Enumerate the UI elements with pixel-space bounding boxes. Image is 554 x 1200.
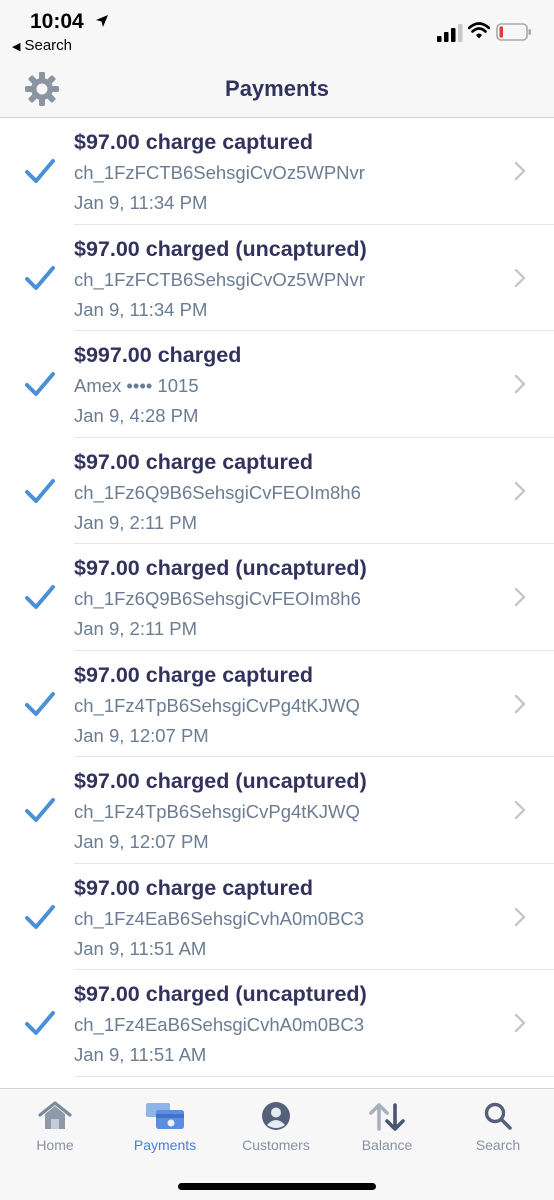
balance-icon <box>369 1103 405 1131</box>
payment-date: Jan 9, 12:07 PM <box>74 724 209 746</box>
checkmark-icon <box>25 1011 55 1035</box>
payment-row[interactable]: $97.00 charged (uncaptured) ch_1Fz4EaB6S… <box>0 970 554 1077</box>
payment-title: $97.00 charged (uncaptured) <box>74 236 367 261</box>
checkmark-icon <box>25 691 55 716</box>
payments-list: $97.00 charge captured ch_1FzFCTB6Sehsgi… <box>0 118 554 1088</box>
payments-screen: 10:04 ◀ Search Payments $97.00 charge ca… <box>0 0 554 1200</box>
tab-search-label: Search <box>475 1137 521 1153</box>
chevron-right-icon <box>514 694 526 713</box>
payment-date: Jan 9, 11:34 PM <box>74 192 208 213</box>
payment-date: Jan 9, 2:11 PM <box>74 511 198 533</box>
checkmark-icon <box>25 904 55 929</box>
customer-icon <box>262 1102 290 1130</box>
checkmark-icon <box>25 478 55 503</box>
checkmark-icon <box>25 372 55 396</box>
payment-title: $97.00 charge captured <box>74 875 314 900</box>
back-triangle-icon: ◀ <box>12 41 21 53</box>
wifi-icon <box>468 22 490 39</box>
back-app-label: Search <box>24 37 72 54</box>
payment-card: Amex •••• 1015 <box>74 375 199 396</box>
payment-row[interactable]: $97.00 charged (uncaptured) ch_1FzFCTB6S… <box>0 225 554 332</box>
payment-date: Jan 9, 11:51 AM <box>74 937 207 959</box>
payment-id: ch_1FzFCTB6SehsgiCvOz5WPNvr <box>74 268 365 290</box>
payment-id: ch_1FzFCTB6SehsgiCvOz5WPNvr <box>74 162 365 183</box>
search-icon <box>484 1102 512 1130</box>
home-indicator[interactable] <box>178 1183 376 1190</box>
tab-balance-label: Balance <box>361 1137 413 1153</box>
chevron-right-icon <box>514 800 526 820</box>
payments-icon <box>146 1103 184 1129</box>
tab-home-label: Home <box>36 1137 74 1153</box>
payment-title: $97.00 charged (uncaptured) <box>74 982 367 1006</box>
payment-row[interactable]: $997.00 charged Amex •••• 1015 Jan 9, 4:… <box>0 331 554 438</box>
chevron-right-icon <box>514 161 526 181</box>
payment-row[interactable]: $97.00 charged (uncaptured) ch_1Fz6Q9B6S… <box>0 544 554 651</box>
page-title: Payments <box>225 76 329 101</box>
battery-icon <box>496 23 531 41</box>
payment-date: Jan 9, 2:11 PM <box>74 618 198 639</box>
payment-row[interactable]: $97.00 charge captured ch_1FzFCTB6Sehsgi… <box>0 118 554 225</box>
checkmark-icon <box>25 265 55 290</box>
tab-bar: Home Payments Customers Balance Search <box>0 1088 554 1200</box>
back-to-app-link[interactable]: ◀ Search <box>12 37 72 54</box>
tab-payments[interactable]: Payments <box>110 1089 220 1159</box>
tab-balance[interactable]: Balance <box>332 1089 442 1159</box>
chevron-right-icon <box>514 268 526 287</box>
payment-date: Jan 9, 12:07 PM <box>74 831 209 852</box>
payment-id: ch_1Fz4TpB6SehsgiCvPg4tKJWQ <box>74 694 360 716</box>
payment-row[interactable]: $97.00 charge captured ch_1Fz4TpB6Sehsgi… <box>0 651 554 758</box>
navigation-bar: Payments <box>0 62 554 118</box>
chevron-right-icon <box>514 481 526 500</box>
payment-id: ch_1Fz6Q9B6SehsgiCvFEOIm8h6 <box>74 588 361 609</box>
tab-customers-label: Customers <box>242 1137 310 1153</box>
payment-date: Jan 9, 11:51 AM <box>74 1044 207 1065</box>
payment-id: ch_1Fz4EaB6SehsgiCvhA0m0BC3 <box>74 907 364 929</box>
chevron-right-icon <box>514 1013 526 1033</box>
payment-date: Jan 9, 11:34 PM <box>74 298 208 320</box>
tab-search[interactable]: Search <box>443 1089 553 1159</box>
payment-title: $97.00 charged (uncaptured) <box>74 769 367 793</box>
status-time: 10:04 <box>30 10 84 33</box>
payment-title: $97.00 charge captured <box>74 449 314 474</box>
payment-id: ch_1Fz6Q9B6SehsgiCvFEOIm8h6 <box>74 481 361 503</box>
cellular-signal-icon <box>437 24 463 42</box>
payment-row[interactable]: $97.00 charge captured ch_1Fz6Q9B6Sehsgi… <box>0 438 554 545</box>
checkmark-icon <box>25 798 55 822</box>
chevron-right-icon <box>514 907 526 926</box>
location-arrow-icon <box>96 15 108 27</box>
tab-customers[interactable]: Customers <box>221 1089 331 1159</box>
payment-date: Jan 9, 4:28 PM <box>74 405 199 426</box>
payment-id: ch_1Fz4EaB6SehsgiCvhA0m0BC3 <box>74 1014 364 1035</box>
payment-row[interactable]: $97.00 charge captured ch_1Fz4EaB6Sehsgi… <box>0 864 554 971</box>
payment-title: $997.00 charged <box>74 343 242 367</box>
tab-home[interactable]: Home <box>0 1089 110 1159</box>
status-bar: 10:04 ◀ Search <box>0 0 554 62</box>
payment-title: $97.00 charge captured <box>74 662 314 687</box>
checkmark-icon <box>25 585 55 609</box>
tab-payments-label: Payments <box>133 1137 197 1153</box>
payment-title: $97.00 charged (uncaptured) <box>74 556 367 580</box>
payment-row[interactable]: $97.00 charged (uncaptured) ch_1Fz4TpB6S… <box>0 757 554 864</box>
checkmark-icon <box>25 159 55 183</box>
payment-id: ch_1Fz4TpB6SehsgiCvPg4tKJWQ <box>74 801 360 822</box>
payment-title: $97.00 charge captured <box>74 130 314 154</box>
chevron-right-icon <box>514 587 526 607</box>
chevron-right-icon <box>514 374 526 394</box>
home-icon <box>38 1101 72 1129</box>
